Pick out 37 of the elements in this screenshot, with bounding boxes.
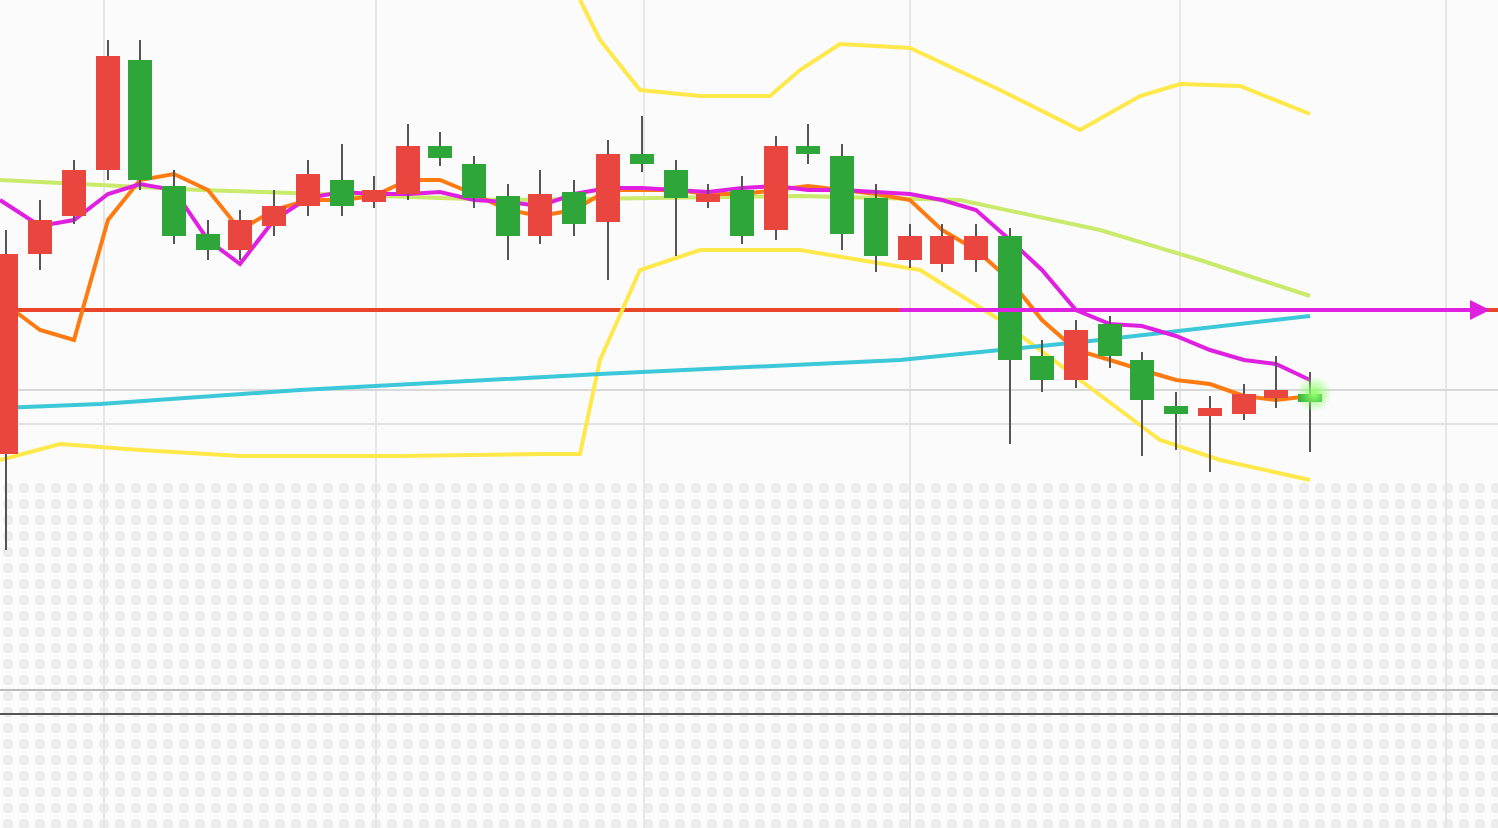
- candlestick: [930, 223, 954, 273]
- candlestick: [1232, 383, 1256, 421]
- candlestick: [898, 223, 922, 269]
- candlestick: [730, 175, 754, 245]
- candlestick: [528, 169, 552, 245]
- candlestick: [62, 159, 86, 225]
- candlestick: [428, 131, 452, 167]
- candlestick: [496, 183, 520, 261]
- candlestick: [764, 135, 788, 241]
- candlestick: [96, 39, 120, 181]
- candlestick: [196, 219, 220, 261]
- candlestick: [664, 159, 688, 257]
- candlestick: [28, 199, 52, 271]
- candlestick: [1030, 339, 1054, 393]
- candlestick: [562, 179, 586, 237]
- candlestick: [1064, 319, 1088, 389]
- candlestick: [596, 139, 620, 281]
- candlestick: [864, 183, 888, 273]
- candlestick: [330, 143, 354, 217]
- candlestick: [462, 155, 486, 209]
- candlestick: [262, 189, 286, 237]
- candlestick: [796, 123, 820, 165]
- candlestick: [296, 159, 320, 217]
- candlestick: [1198, 395, 1222, 473]
- candlestick: [1130, 351, 1154, 457]
- candlestick: [1264, 355, 1288, 409]
- glowing-dot-icon: [1296, 376, 1332, 412]
- candlestick: [362, 175, 386, 209]
- candlestick: [830, 143, 854, 251]
- candlestick: [396, 123, 420, 201]
- candlestick: [1164, 391, 1188, 451]
- candlestick: [162, 169, 186, 245]
- candlestick: [696, 183, 720, 209]
- candlestick: [1098, 315, 1122, 369]
- candlestick: [228, 209, 252, 261]
- candlestick: [964, 223, 988, 273]
- candlestick: [630, 115, 654, 173]
